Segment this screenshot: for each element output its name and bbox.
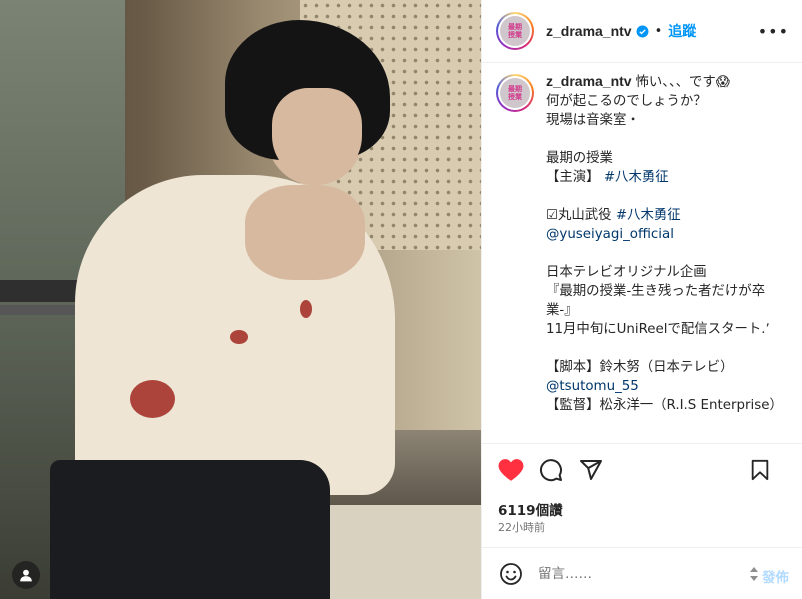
caption-line: 【脚本】鈴木努（日本テレビ） xyxy=(546,358,788,377)
author-username[interactable]: z_drama_ntv xyxy=(546,23,632,39)
emoji-icon xyxy=(500,562,522,585)
post-caption: 最期 授業 z_drama_ntv 怖い、、、です😱 何が起こるのでしょうか？ 現場… xyxy=(496,72,796,444)
caption-line-text: 日本テレビオリジナル企画 xyxy=(546,265,707,280)
photo-stain xyxy=(130,380,175,418)
mention-link[interactable]: @tsutomu_55 xyxy=(546,379,639,394)
caption-line-text: 【監督】松永洋一（R.I.S Enterprise） xyxy=(546,398,783,413)
caption-line-text: 【主演】 xyxy=(546,170,600,185)
caption-line: @tsutomu_55 xyxy=(546,377,788,396)
caption-line: 【主演】 #八木勇征 xyxy=(546,168,788,187)
comment-icon xyxy=(540,458,562,481)
bookmark-icon xyxy=(751,459,769,481)
caption-line: 11月中旬にUniReelで配信スタート.ʼ xyxy=(546,320,788,339)
caption-line-text: 現場は音楽室・ xyxy=(546,113,640,128)
caption-username[interactable]: z_drama_ntv xyxy=(546,73,635,89)
photo-person-pants xyxy=(50,460,330,599)
photo-person-face-front xyxy=(272,88,362,180)
post-time[interactable]: 22小時前 xyxy=(498,519,545,535)
post-sidebar: 最期 授業 z_drama_ntv • 追蹤 ••• 最期 授業 z_drama… xyxy=(481,0,802,599)
caption-author-avatar[interactable]: 最期 授業 xyxy=(496,74,534,112)
emoji-button[interactable] xyxy=(498,561,524,587)
author-avatar-image: 最期 授業 xyxy=(500,16,530,46)
photo-person-hands xyxy=(245,185,365,280)
caption-line: 日本テレビオリジナル企画 xyxy=(546,263,788,282)
mention-link[interactable]: @yuseiyagi_official xyxy=(546,227,674,242)
caption-line: ☑丸山武役 #八木勇征 xyxy=(546,206,788,225)
comment-bar: 發佈 xyxy=(482,547,802,599)
caption-line xyxy=(546,244,788,263)
hashtag-link[interactable]: #八木勇征 xyxy=(616,208,681,223)
like-button[interactable] xyxy=(498,457,524,483)
author-avatar[interactable]: 最期 授業 xyxy=(496,12,534,50)
resize-arrows-icon xyxy=(750,567,758,581)
heart-icon xyxy=(498,458,524,481)
caption-author-avatar-image: 最期 授業 xyxy=(500,78,530,108)
comment-button[interactable] xyxy=(538,457,564,483)
follow-button[interactable]: 追蹤 xyxy=(668,21,696,41)
caption-line-text: ☑丸山武役 xyxy=(546,208,612,223)
caption-line-text: 『最期の授業-生き残った者だけが卒業-』 xyxy=(546,284,766,318)
post-photo[interactable] xyxy=(0,0,481,599)
caption-line: 最期の授業 xyxy=(546,149,788,168)
caption-text: z_drama_ntv 怖い、、、です😱 何が起こるのでしょうか？ 現場は音楽室・ … xyxy=(546,72,788,444)
caption-line-text: 【脚本】鈴木努（日本テレビ） xyxy=(546,360,734,375)
more-options-button[interactable]: ••• xyxy=(758,22,789,41)
tagged-users-button[interactable] xyxy=(12,561,40,589)
share-icon xyxy=(580,459,602,480)
hashtag-link[interactable]: #八木勇征 xyxy=(604,170,669,185)
comment-input[interactable] xyxy=(538,565,738,582)
caption-line: 何が起こるのでしょうか？ xyxy=(546,92,788,111)
caption-line-text: 最期の授業 xyxy=(546,151,613,166)
likes-count[interactable]: 6119個讚 xyxy=(498,499,563,519)
photo-stain xyxy=(300,300,312,318)
post-actions xyxy=(482,443,802,495)
save-button[interactable] xyxy=(747,457,773,483)
separator-dot: • xyxy=(654,23,663,39)
caption-line: @yuseiyagi_official xyxy=(546,225,788,244)
photo-stain xyxy=(230,330,248,344)
caption-line-text: 11月中旬にUniReelで配信スタート.ʼ xyxy=(546,322,770,337)
caption-line: 【監督】松永洋一（R.I.S Enterprise） xyxy=(546,396,788,415)
caption-line-text: 何が起こるのでしょうか？ xyxy=(546,94,707,109)
caption-line xyxy=(546,187,788,206)
post-header: 最期 授業 z_drama_ntv • 追蹤 ••• xyxy=(482,0,802,63)
post-comment-button[interactable]: 發佈 xyxy=(762,566,789,586)
caption-line xyxy=(546,130,788,149)
caption-line: 現場は音楽室・ xyxy=(546,111,788,130)
caption-line: z_drama_ntv 怖い、、、です😱 xyxy=(546,72,788,92)
caption-line-text: 怖い、、、です😱 xyxy=(635,75,730,90)
user-icon xyxy=(20,569,32,582)
caption-line xyxy=(546,339,788,358)
verified-icon xyxy=(636,25,649,37)
share-button[interactable] xyxy=(578,457,604,483)
caption-line: 『最期の授業-生き残った者だけが卒業-』 xyxy=(546,282,788,320)
